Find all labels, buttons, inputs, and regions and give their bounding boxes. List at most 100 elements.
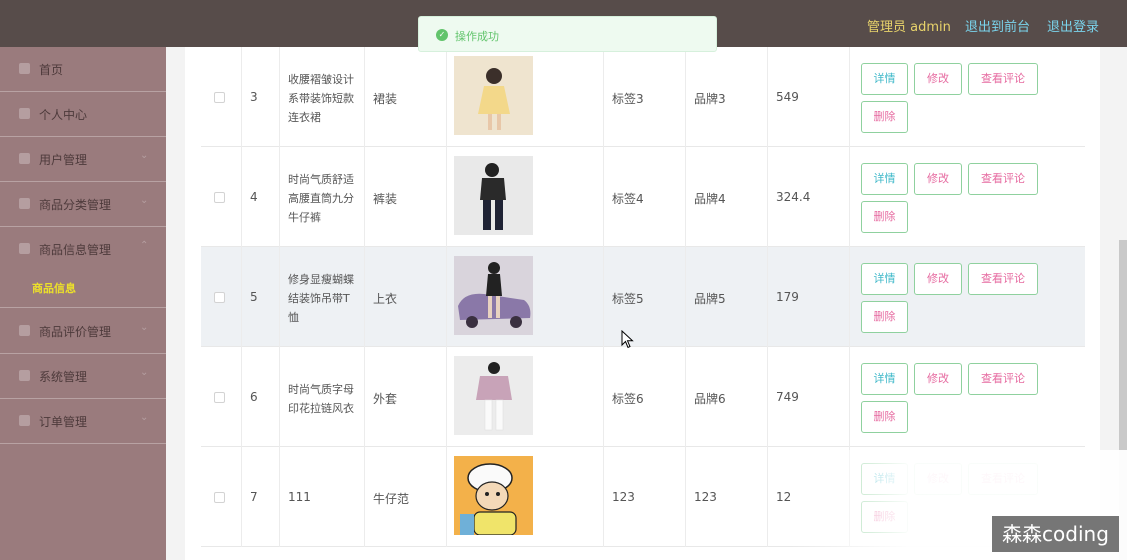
person-icon bbox=[19, 108, 30, 119]
sidebar-item-home[interactable]: 首页 bbox=[0, 47, 166, 92]
table-row: 3 收腰褶皱设计系带装饰短款连衣裙 裙装 标签3 品牌3 549 详情 修改 查… bbox=[201, 47, 1085, 147]
row-checkbox[interactable] bbox=[214, 492, 225, 503]
sidebar-item-label: 用户管理 bbox=[39, 153, 88, 167]
product-price: 749 bbox=[776, 390, 799, 404]
table-row: 5 修身显瘦蝴蝶结装饰吊带T恤 上衣 标签5 品牌5 179 详情 修改 查看评… bbox=[201, 247, 1085, 347]
delete-button[interactable]: 删除 bbox=[861, 101, 908, 133]
sidebar-item-label: 首页 bbox=[39, 63, 64, 77]
row-checkbox[interactable] bbox=[214, 192, 225, 203]
product-name: 时尚气质字母印花拉链风衣 bbox=[288, 383, 354, 415]
sidebar-item-products[interactable]: 商品信息管理 ⌃ bbox=[0, 227, 166, 272]
row-checkbox[interactable] bbox=[214, 392, 225, 403]
sidebar-item-label: 商品分类管理 bbox=[39, 198, 112, 212]
sidebar-item-label: 商品评价管理 bbox=[39, 325, 112, 339]
product-category: 牛仔范 bbox=[373, 492, 410, 506]
product-brand: 123 bbox=[694, 490, 717, 504]
chevron-down-icon: ⌄ bbox=[140, 412, 149, 423]
edit-button[interactable]: 修改 bbox=[914, 263, 962, 295]
watermark: 森森coding bbox=[992, 516, 1119, 552]
chevron-up-icon: ⌃ bbox=[140, 240, 149, 251]
product-brand: 品牌4 bbox=[694, 192, 726, 206]
delete-button[interactable]: 删除 bbox=[861, 401, 908, 433]
logout-link[interactable]: 退出登录 bbox=[1047, 16, 1099, 35]
order-icon bbox=[19, 415, 30, 426]
sidebar-subitem-label: 商品信息 bbox=[32, 282, 76, 295]
sidebar-item-system[interactable]: 系统管理 ⌄ bbox=[0, 354, 166, 399]
success-toast: ✓ 操作成功 bbox=[418, 16, 717, 52]
product-category: 上衣 bbox=[373, 292, 398, 306]
sidebar-item-orders[interactable]: 订单管理 ⌄ bbox=[0, 399, 166, 444]
system-icon bbox=[19, 370, 30, 381]
product-price: 549 bbox=[776, 90, 799, 104]
product-name: 收腰褶皱设计系带装饰短款连衣裙 bbox=[288, 73, 354, 124]
table-row: 6 时尚气质字母印花拉链风衣 外套 标签6 品牌6 749 详情 修改 查看评论… bbox=[201, 347, 1085, 447]
sidebar: 首页 个人中心 用户管理 ⌄ 商品分类管理 ⌄ 商品信息管理 ⌃ 商品信息 商品… bbox=[0, 47, 166, 560]
sidebar-item-reviews[interactable]: 商品评价管理 ⌄ bbox=[0, 309, 166, 354]
view-reviews-button[interactable]: 查看评论 bbox=[968, 163, 1038, 195]
product-thumbnail bbox=[454, 56, 533, 135]
category-icon bbox=[19, 198, 30, 209]
product-thumbnail bbox=[454, 156, 533, 235]
product-tag: 标签6 bbox=[612, 392, 644, 406]
review-icon bbox=[19, 325, 30, 336]
row-index: 6 bbox=[250, 390, 258, 404]
row-index: 4 bbox=[250, 190, 258, 204]
sidebar-item-label: 系统管理 bbox=[39, 370, 88, 384]
chevron-down-icon: ⌄ bbox=[140, 322, 149, 333]
product-price: 12 bbox=[776, 490, 792, 504]
product-brand: 品牌3 bbox=[694, 92, 726, 106]
product-thumbnail bbox=[454, 256, 533, 335]
product-category: 外套 bbox=[373, 392, 398, 406]
toast-message: 操作成功 bbox=[455, 30, 499, 43]
row-index: 3 bbox=[250, 90, 258, 104]
view-reviews-button[interactable]: 查看评论 bbox=[968, 363, 1038, 395]
product-price: 179 bbox=[776, 290, 799, 304]
product-thumbnail bbox=[454, 356, 533, 435]
product-tag: 123 bbox=[612, 490, 635, 504]
detail-button[interactable]: 详情 bbox=[861, 63, 908, 95]
edit-button[interactable]: 修改 bbox=[914, 63, 962, 95]
delete-button[interactable]: 删除 bbox=[861, 201, 908, 233]
product-tag: 标签4 bbox=[612, 192, 644, 206]
detail-button[interactable]: 详情 bbox=[861, 263, 908, 295]
edit-button[interactable]: 修改 bbox=[914, 163, 962, 195]
product-name: 时尚气质舒适高腰直筒九分牛仔裤 bbox=[288, 173, 354, 224]
mouse-cursor-icon bbox=[621, 330, 634, 349]
chevron-down-icon: ⌄ bbox=[140, 367, 149, 378]
view-reviews-button[interactable]: 查看评论 bbox=[968, 63, 1038, 95]
chevron-down-icon: ⌄ bbox=[140, 195, 149, 206]
sidebar-item-label: 商品信息管理 bbox=[39, 243, 112, 257]
detail-button[interactable]: 详情 bbox=[861, 363, 908, 395]
chevron-down-icon: ⌄ bbox=[140, 150, 149, 161]
admin-label: 管理员 admin bbox=[867, 20, 951, 35]
sidebar-item-label: 订单管理 bbox=[39, 415, 88, 429]
sidebar-item-users[interactable]: 用户管理 ⌄ bbox=[0, 137, 166, 182]
sidebar-item-profile[interactable]: 个人中心 bbox=[0, 92, 166, 137]
product-price: 324.4 bbox=[776, 190, 811, 204]
table-row: 4 时尚气质舒适高腰直筒九分牛仔裤 裤装 标签4 品牌4 324.4 详情 修改… bbox=[201, 147, 1085, 247]
users-icon bbox=[19, 153, 30, 164]
delete-button[interactable]: 删除 bbox=[861, 301, 908, 333]
row-index: 7 bbox=[250, 490, 258, 504]
product-name: 111 bbox=[288, 490, 311, 504]
product-icon bbox=[19, 243, 30, 254]
product-brand: 品牌5 bbox=[694, 292, 726, 306]
view-reviews-button[interactable]: 查看评论 bbox=[968, 263, 1038, 295]
product-tag: 标签5 bbox=[612, 292, 644, 306]
product-tag: 标签3 bbox=[612, 92, 644, 106]
row-checkbox[interactable] bbox=[214, 292, 225, 303]
back-to-front-link[interactable]: 退出到前台 bbox=[965, 16, 1030, 35]
detail-button[interactable]: 详情 bbox=[861, 163, 908, 195]
home-icon bbox=[19, 63, 30, 74]
sidebar-item-label: 个人中心 bbox=[39, 108, 88, 122]
product-category: 裤装 bbox=[373, 192, 398, 206]
product-name: 修身显瘦蝴蝶结装饰吊带T恤 bbox=[288, 273, 354, 324]
check-circle-icon: ✓ bbox=[436, 29, 448, 41]
sidebar-item-categories[interactable]: 商品分类管理 ⌄ bbox=[0, 182, 166, 227]
edit-button[interactable]: 修改 bbox=[914, 363, 962, 395]
product-brand: 品牌6 bbox=[694, 392, 726, 406]
sidebar-subitem-product-info[interactable]: 商品信息 bbox=[0, 267, 166, 308]
row-index: 5 bbox=[250, 290, 258, 304]
row-checkbox[interactable] bbox=[214, 92, 225, 103]
product-category: 裙装 bbox=[373, 92, 398, 106]
